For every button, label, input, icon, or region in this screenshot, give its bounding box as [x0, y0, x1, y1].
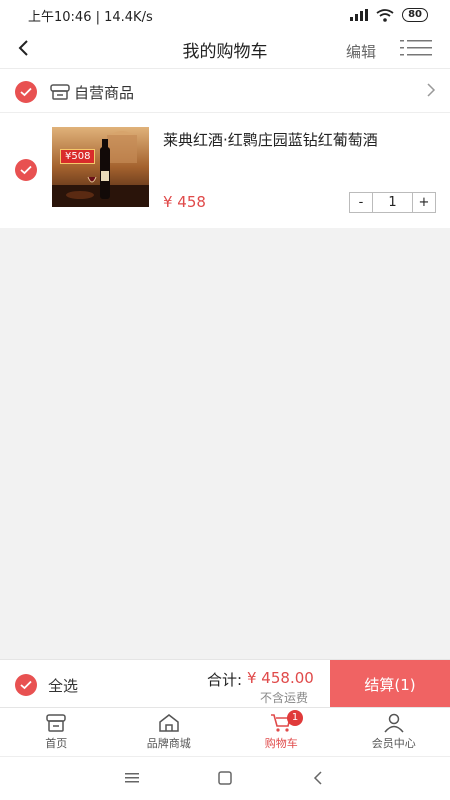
- tab-bar: 首页 品牌商城 购物车 1 会员中心: [0, 707, 450, 756]
- check-icon: [20, 680, 32, 690]
- product-thumbnail[interactable]: ¥508: [52, 127, 149, 207]
- recents-menu-icon[interactable]: [124, 771, 140, 785]
- item-checkbox[interactable]: [15, 159, 37, 181]
- home-square-icon[interactable]: [217, 771, 233, 785]
- status-icons: 80: [350, 8, 428, 22]
- home-icon: [159, 714, 179, 732]
- wifi-icon: [376, 8, 394, 22]
- cart-count-badge: 1: [287, 710, 303, 726]
- page-title: 我的购物车: [182, 42, 268, 62]
- back-triangle-icon[interactable]: [312, 771, 324, 785]
- shop-header[interactable]: 自营商品: [0, 69, 450, 113]
- shipping-note: 不含运费: [260, 691, 309, 705]
- tab-home[interactable]: 首页: [0, 708, 113, 756]
- tab-label: 品牌商城: [146, 737, 191, 750]
- quantity-stepper: - 1 +: [349, 192, 436, 213]
- product-price: ¥ 458: [163, 193, 206, 211]
- wine-product-image: [52, 127, 149, 207]
- check-icon: [20, 165, 32, 175]
- tab-cart[interactable]: 购物车 1: [225, 708, 338, 756]
- chevron-right-icon[interactable]: [426, 82, 436, 98]
- total-value: ¥ 458.00: [247, 669, 314, 687]
- select-all-label[interactable]: 全选: [48, 675, 78, 696]
- product-thumbnail-price-tag: ¥508: [60, 149, 96, 164]
- system-navigation-bar: [0, 756, 450, 800]
- user-icon: [384, 713, 404, 733]
- tab-member-center[interactable]: 会员中心: [338, 708, 450, 756]
- tab-label: 会员中心: [371, 737, 416, 750]
- shop-checkbox[interactable]: [15, 81, 37, 103]
- shop-card: 自营商品 ¥508 莱典红酒·红鹮庄园蓝钻红葡萄酒 ¥ 458 - 1 +: [0, 68, 450, 228]
- checkout-bar: 全选 合计: ¥ 458.00 不含运费 结算(1): [0, 659, 450, 708]
- select-all-checkbox[interactable]: [15, 674, 37, 696]
- shop-name: 自营商品: [74, 84, 135, 102]
- product-name[interactable]: 莱典红酒·红鹮庄园蓝钻红葡萄酒: [163, 129, 378, 150]
- edit-button[interactable]: 编辑: [346, 41, 376, 62]
- tab-label: 购物车: [264, 737, 298, 750]
- check-icon: [20, 87, 32, 97]
- tab-label: 首页: [45, 737, 68, 750]
- menu-list-icon[interactable]: [400, 38, 432, 58]
- quantity-value[interactable]: 1: [372, 193, 413, 212]
- quantity-increase-button[interactable]: +: [413, 193, 435, 212]
- quantity-decrease-button[interactable]: -: [350, 193, 372, 212]
- shop-icon: [46, 714, 66, 732]
- store-icon: [50, 84, 70, 100]
- status-time-speed: 上午10:46 | 14.4K/s: [28, 9, 153, 25]
- signal-icon: [350, 9, 369, 21]
- battery-icon: 80: [402, 8, 428, 22]
- nav-bar: 我的购物车 编辑: [0, 30, 450, 68]
- tab-brand-mall[interactable]: 品牌商城: [113, 708, 226, 756]
- total-label: 合计:: [207, 671, 243, 689]
- checkout-button[interactable]: 结算(1): [330, 660, 450, 708]
- status-bar: 上午10:46 | 14.4K/s 80: [0, 0, 450, 30]
